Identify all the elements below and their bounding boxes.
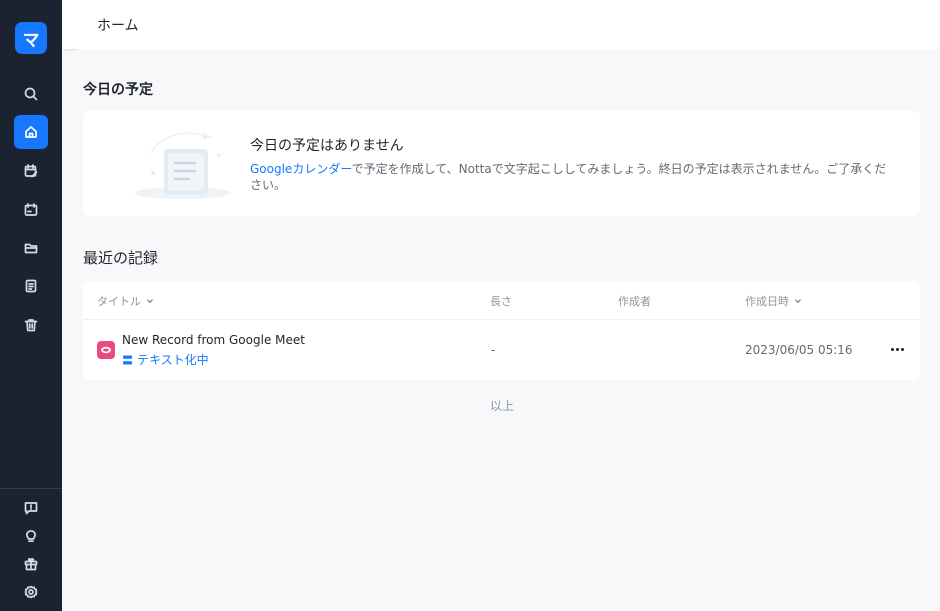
today-section-title: 今日の予定 [83,82,153,98]
trash-icon [24,319,38,332]
nav-settings[interactable] [14,575,48,609]
google-calendar-link[interactable]: Googleカレンダー [250,162,352,176]
table-header-divider [83,319,920,320]
transcribing-wave-icon: 〓 [122,353,133,367]
sidebar: マ [0,0,62,611]
schedule-description: Googleカレンダーで予定を作成して、Nottaで文字起こししてみましょう。終… [250,161,890,193]
feedback-icon [24,502,38,515]
nav-home[interactable] [14,115,48,149]
more-options-button[interactable] [887,341,907,357]
record-status-label: テキスト化中 [137,353,209,367]
record-length: - [491,343,496,357]
home-icon [25,126,37,138]
column-created-at-label: 作成日時 [745,295,789,308]
calendar-icon [24,203,38,216]
folder-icon [24,243,38,254]
lightbulb-icon [26,530,36,543]
more-dot-icon [895,347,899,351]
nav-trash[interactable] [14,308,48,342]
calendar-edit-icon [24,164,38,178]
column-header-creator: 作成者 [618,295,651,308]
record-name[interactable]: New Record from Google Meet [122,333,305,347]
gift-icon [24,557,38,571]
nav-calendar[interactable] [14,193,48,227]
today-schedule-card: 今日の予定はありません Googleカレンダーで予定を作成して、Nottaで文字… [83,111,920,216]
app-logo[interactable]: マ [15,22,47,54]
nav-search[interactable] [14,77,48,111]
google-meet-record-icon [97,341,115,359]
more-dot-icon [890,347,894,351]
column-header-length: 長さ [490,295,512,308]
document-icon [25,279,37,293]
empty-document-illustration [135,132,231,199]
more-dot-icon [900,347,904,351]
chevron-down-icon [146,299,154,304]
nav-documents[interactable] [14,269,48,303]
column-header-created-at[interactable]: 作成日時 [745,293,802,309]
page-title: ホーム [97,18,139,34]
recent-section-title: 最近の記録 [83,249,159,267]
nav-schedule[interactable] [14,154,48,188]
no-schedule-message: 今日の予定はありません [250,138,404,154]
nav-folders[interactable] [14,231,48,265]
search-icon [24,87,38,101]
record-status: 〓 テキスト化中 [122,351,209,368]
column-header-title[interactable]: タイトル [97,293,154,309]
chevron-down-icon [794,299,802,304]
column-title-label: タイトル [97,295,141,308]
top-bar: ホーム [62,0,940,49]
record-created-at: 2023/06/05 05:16 [745,343,853,357]
list-end-label: 以上 [490,399,515,413]
settings-icon [24,585,38,599]
sidebar-divider [0,488,62,489]
records-table: タイトル 長さ 作成者 作成日時 New Record from Google … [83,281,920,380]
